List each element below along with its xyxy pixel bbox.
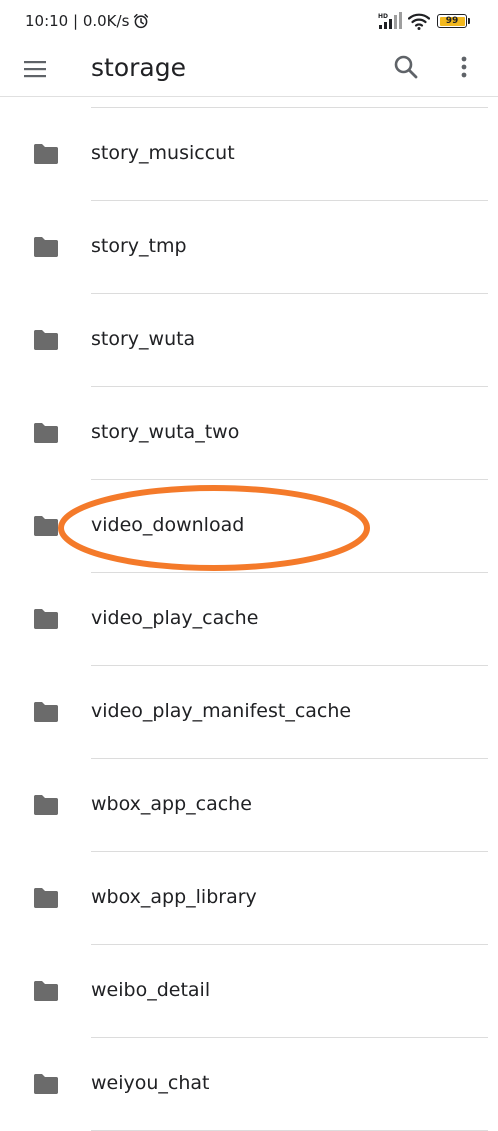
- folder-name: story_musiccut: [91, 142, 235, 164]
- battery-tip: [468, 18, 470, 24]
- folder-icon: [34, 1074, 58, 1094]
- folder-row[interactable]: video_play_cache: [0, 573, 498, 666]
- folder-name: weibo_detail: [91, 979, 211, 1001]
- folder-name: wbox_app_library: [91, 886, 257, 908]
- battery-level: 99: [445, 16, 459, 26]
- status-left: 10:10 | 0.0K/s: [25, 11, 150, 31]
- folder-row[interactable]: weiyou_chat: [0, 1038, 498, 1131]
- folder-icon: [34, 237, 58, 257]
- page-title: storage: [91, 53, 186, 82]
- folder-row[interactable]: video_download: [0, 480, 498, 573]
- folder-icon: [34, 981, 58, 1001]
- alarm-clock-icon: [134, 13, 149, 29]
- status-bar: 10:10 | 0.0K/s HD 99: [0, 0, 498, 42]
- folder-icon: [34, 423, 58, 443]
- folder-icon: [34, 516, 58, 536]
- folder-name: video_download: [91, 514, 245, 536]
- cell-signal-icon: HD: [378, 12, 402, 29]
- folder-name: weiyou_chat: [91, 1072, 210, 1094]
- folder-row[interactable]: story_musiccut: [0, 108, 498, 201]
- folder-row[interactable]: story_wuta_two: [0, 387, 498, 480]
- folder-icon: [34, 609, 58, 629]
- folder-icon: [34, 330, 58, 350]
- app-toolbar: storage: [0, 42, 498, 97]
- folder-name: story_wuta: [91, 328, 196, 350]
- wifi-icon: [408, 13, 430, 30]
- folder-row[interactable]: wbox_app_library: [0, 852, 498, 945]
- battery-icon: 99: [437, 14, 467, 28]
- folder-row[interactable]: story_wuta: [0, 294, 498, 387]
- search-icon[interactable]: [391, 52, 421, 82]
- hamburger-menu-icon[interactable]: [20, 54, 50, 84]
- folder-icon: [34, 795, 58, 815]
- folder-icon: [34, 888, 58, 908]
- folder-name: video_play_cache: [91, 607, 259, 629]
- network-type-label: HD: [378, 13, 388, 20]
- folder-row[interactable]: story_tmp: [0, 201, 498, 294]
- folder-name: story_tmp: [91, 235, 187, 257]
- status-right: HD 99: [378, 11, 470, 31]
- folder-name: video_play_manifest_cache: [91, 700, 352, 722]
- folder-icon: [34, 144, 58, 164]
- folder-name: story_wuta_two: [91, 421, 240, 443]
- status-time-speed: 10:10 | 0.0K/s: [25, 12, 130, 30]
- folder-row[interactable]: wbox_app_cache: [0, 759, 498, 852]
- folder-icon: [34, 702, 58, 722]
- more-vert-icon[interactable]: [452, 52, 476, 82]
- folder-name: wbox_app_cache: [91, 793, 252, 815]
- folder-row[interactable]: weibo_detail: [0, 945, 498, 1038]
- folder-row[interactable]: video_play_manifest_cache: [0, 666, 498, 759]
